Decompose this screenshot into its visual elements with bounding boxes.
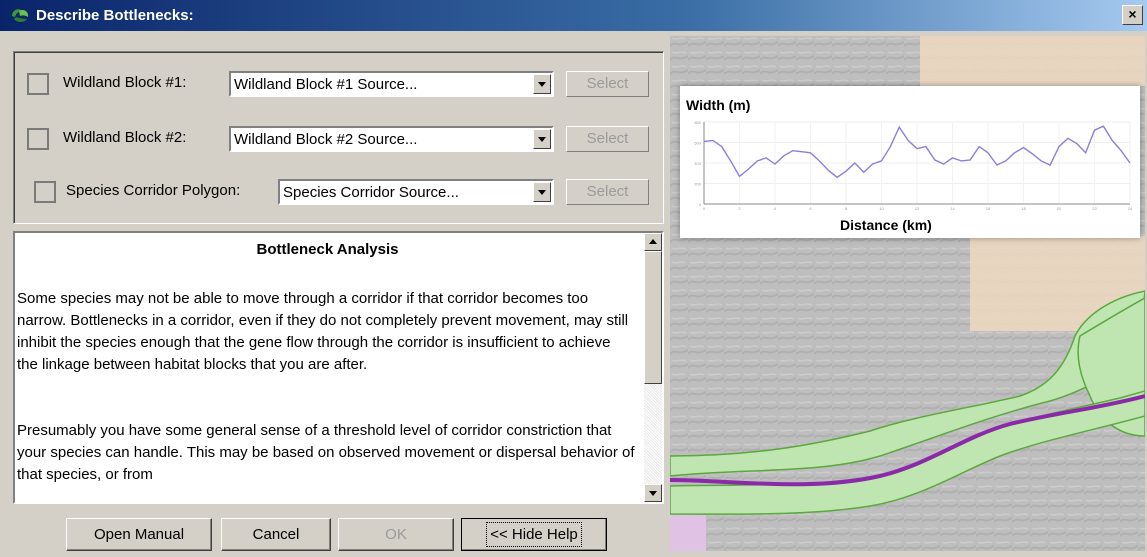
species-corridor-combo[interactable]: Species Corridor Source... — [278, 179, 554, 205]
species-corridor-row: Species Corridor Polygon: Species Corrid… — [14, 177, 663, 207]
help-scrollbar[interactable] — [644, 233, 662, 502]
wildland-block-1-value: Wildland Block #1 Source... — [234, 76, 418, 93]
wildland-block-1-select-button[interactable]: Select — [566, 71, 649, 97]
source-selector-group: Wildland Block #1: Wildland Block #1 Sou… — [13, 51, 664, 224]
chart-x-tick-label: 12 — [915, 206, 920, 211]
chart-x-tick-label: 8 — [845, 206, 848, 211]
chart-y-tick-label: 600 — [694, 141, 701, 146]
wildland-block-1-combo[interactable]: Wildland Block #1 Source... — [229, 71, 554, 97]
wildland-block-2-select-button[interactable]: Select — [566, 126, 649, 152]
chart-x-axis-label: Distance (km) — [840, 217, 932, 233]
chart-y-tick-label: 400 — [694, 161, 701, 166]
scroll-thumb[interactable] — [644, 251, 662, 384]
help-paragraph: Presumably you have some general sense o… — [17, 422, 635, 483]
cancel-button[interactable]: Cancel — [221, 518, 331, 551]
ok-button[interactable]: OK — [338, 518, 454, 551]
species-corridor-select-button[interactable]: Select — [566, 179, 649, 205]
chart-y-tick-label: 0 — [699, 202, 702, 207]
window-title: Describe Bottlenecks: — [36, 7, 194, 24]
chart-x-tick-label: 10 — [879, 206, 884, 211]
scroll-down-button[interactable] — [644, 484, 662, 502]
hide-help-button[interactable]: << Hide Help — [461, 518, 607, 551]
chart-x-tick-label: 0 — [703, 206, 706, 211]
chart-x-tick-label: 14 — [950, 206, 955, 211]
species-corridor-checkbox[interactable] — [34, 181, 56, 203]
app-icon — [10, 7, 30, 24]
species-corridor-value: Species Corridor Source... — [283, 184, 459, 201]
chart-x-tick-label: 6 — [809, 206, 812, 211]
title-bar: Describe Bottlenecks: × — [0, 0, 1147, 31]
chart-x-tick-label: 18 — [1021, 206, 1026, 211]
chart-plot: 02004006008000 2 4 6 8 10 12 14 16 18 20 22 24 — [694, 120, 1133, 211]
wildland-block-1-label: Wildland Block #1: — [63, 74, 187, 91]
chart-x-tick-label: 20 — [1057, 206, 1062, 211]
chevron-down-icon[interactable] — [533, 182, 551, 202]
chart-y-tick-label: 800 — [694, 120, 701, 125]
width-chart: Width (m) 0 200 400 600 800 0 2 4 6 8 10 12 14 16 18 20… — [680, 86, 1140, 238]
close-button[interactable]: × — [1122, 5, 1143, 25]
wildland-block-2-value: Wildland Block #2 Source... — [234, 131, 418, 148]
species-corridor-label: Species Corridor Polygon: — [66, 182, 241, 199]
help-heading: Bottleneck Analysis — [256, 241, 399, 258]
wildland-block-2-label: Wildland Block #2: — [63, 129, 187, 146]
wildland-block-1-row: Wildland Block #1: Wildland Block #1 Sou… — [14, 69, 663, 99]
open-manual-button[interactable]: Open Manual — [66, 518, 212, 551]
chart-x-tick-label: 4 — [774, 206, 777, 211]
wildland-block-2-checkbox[interactable] — [27, 128, 49, 150]
chart-x-tick-label: 22 — [1092, 206, 1097, 211]
chevron-down-icon[interactable] — [533, 129, 551, 149]
chart-x-tick-label: 16 — [986, 206, 991, 211]
wildland-block-1-checkbox[interactable] — [27, 73, 49, 95]
chart-x-tick-label: 2 — [738, 206, 741, 211]
chevron-down-icon[interactable] — [533, 74, 551, 94]
chart-y-tick-label: 200 — [694, 182, 701, 187]
wildland-block-2-combo[interactable]: Wildland Block #2 Source... — [229, 126, 554, 152]
chart-x-tick-label: 24 — [1128, 206, 1133, 211]
scroll-up-button[interactable] — [644, 233, 662, 251]
help-paragraph: Some species may not be able to move thr… — [17, 290, 629, 373]
help-text-panel[interactable]: Bottleneck Analysis Some species may not… — [13, 231, 664, 504]
hide-help-label: << Hide Help — [486, 522, 582, 547]
wildland-block-2-row: Wildland Block #2: Wildland Block #2 Sou… — [14, 124, 663, 154]
